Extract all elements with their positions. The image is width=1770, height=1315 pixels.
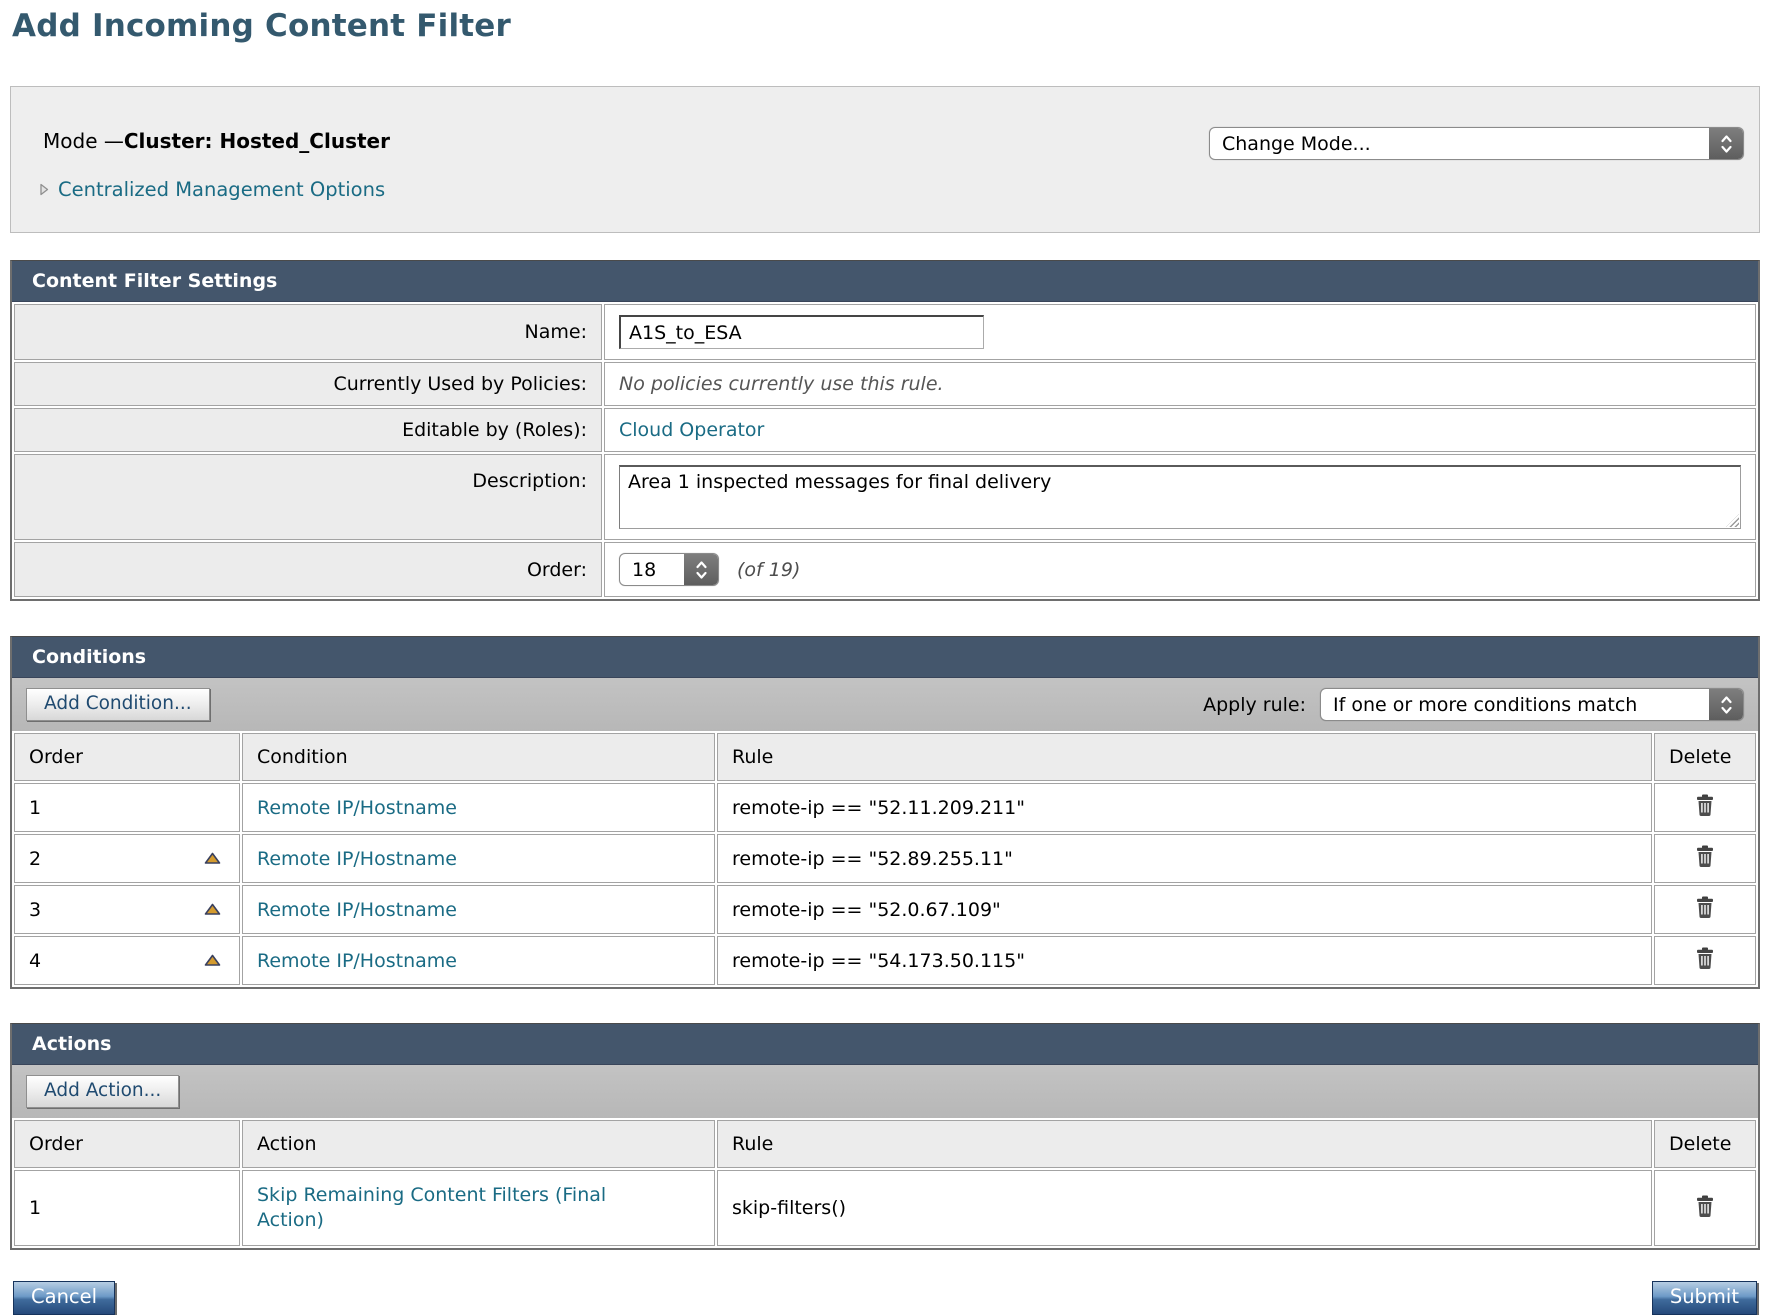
- actions-table: Order Action Rule Delete 1 Skip Remainin…: [12, 1118, 1758, 1248]
- apply-rule-select[interactable]: If one or more conditions match: [1320, 688, 1744, 721]
- apply-rule-label: Apply rule:: [1203, 694, 1306, 716]
- conditions-panel: Conditions Add Condition... Apply rule: …: [10, 636, 1760, 989]
- col-header-rule: Rule: [717, 1120, 1652, 1168]
- select-stepper-icon: [684, 554, 718, 585]
- conditions-toolbar: Add Condition... Apply rule: If one or m…: [12, 678, 1758, 731]
- table-row: Order: 18 (of 19): [14, 542, 1756, 597]
- submit-button[interactable]: Submit: [1652, 1281, 1757, 1315]
- table-row: 4 Remote IP/Hostname remote-ip == "54.17…: [14, 936, 1756, 985]
- move-up-icon[interactable]: [204, 903, 221, 916]
- col-header-delete: Delete: [1654, 733, 1756, 781]
- description-label: Description:: [14, 454, 602, 540]
- settings-panel-title: Content Filter Settings: [12, 261, 1758, 302]
- condition-order: 1: [29, 797, 41, 819]
- condition-rule: remote-ip == "52.0.67.109": [717, 885, 1652, 934]
- delete-button[interactable]: [1695, 947, 1715, 969]
- delete-button[interactable]: [1695, 845, 1715, 867]
- mode-panel: Mode —Cluster: Hosted_Cluster Change Mod…: [10, 86, 1760, 233]
- content-filter-settings-panel: Content Filter Settings Name: Currently …: [10, 260, 1760, 601]
- conditions-table: Order Condition Rule Delete 1 Remote IP/…: [12, 731, 1758, 987]
- condition-link[interactable]: Remote IP/Hostname: [257, 950, 457, 972]
- col-header-order: Order: [14, 733, 240, 781]
- centralized-management-options-toggle[interactable]: Centralized Management Options: [39, 178, 385, 201]
- expand-triangle-icon: [39, 183, 49, 196]
- trash-icon: [1695, 896, 1715, 918]
- name-label: Name:: [14, 304, 602, 360]
- col-header-rule: Rule: [717, 733, 1652, 781]
- editable-roles-label: Editable by (Roles):: [14, 408, 602, 452]
- col-header-order: Order: [14, 1120, 240, 1168]
- apply-rule-select-value: If one or more conditions match: [1321, 689, 1709, 720]
- mode-label: Mode —: [43, 129, 124, 153]
- trash-icon: [1695, 947, 1715, 969]
- condition-rule: remote-ip == "52.11.209.211": [717, 783, 1652, 832]
- add-action-button[interactable]: Add Action...: [26, 1075, 179, 1108]
- condition-link[interactable]: Remote IP/Hostname: [257, 848, 457, 870]
- trash-icon: [1695, 794, 1715, 816]
- table-header-row: Order Action Rule Delete: [14, 1120, 1756, 1168]
- condition-order: 4: [29, 950, 41, 972]
- move-up-icon[interactable]: [204, 852, 221, 865]
- select-stepper-icon: [1709, 128, 1743, 159]
- action-order: 1: [29, 1197, 41, 1219]
- table-row: Currently Used by Policies: No policies …: [14, 362, 1756, 406]
- action-rule: skip-filters(): [717, 1170, 1652, 1246]
- centralized-management-options-link: Centralized Management Options: [58, 178, 385, 201]
- table-row: Description: Area 1 inspected messages f…: [14, 454, 1756, 540]
- footer-actions: Cancel Submit: [10, 1281, 1760, 1315]
- action-link[interactable]: Skip Remaining Content Filters (Final Ac…: [257, 1183, 647, 1233]
- table-row: 1 Skip Remaining Content Filters (Final …: [14, 1170, 1756, 1246]
- order-select[interactable]: 18: [619, 553, 719, 586]
- table-row: 2 Remote IP/Hostname remote-ip == "52.89…: [14, 834, 1756, 883]
- delete-button[interactable]: [1695, 896, 1715, 918]
- table-row: 1 Remote IP/Hostname remote-ip == "52.11…: [14, 783, 1756, 832]
- condition-order: 2: [29, 848, 41, 870]
- delete-button[interactable]: [1695, 1195, 1715, 1217]
- policies-value: No policies currently use this rule.: [604, 362, 1756, 406]
- change-mode-select-value: Change Mode...: [1210, 128, 1709, 159]
- delete-button[interactable]: [1695, 794, 1715, 816]
- table-row: Editable by (Roles): Cloud Operator: [14, 408, 1756, 452]
- condition-rule: remote-ip == "54.173.50.115": [717, 936, 1652, 985]
- add-condition-button[interactable]: Add Condition...: [26, 688, 210, 721]
- col-header-action: Action: [242, 1120, 715, 1168]
- select-stepper-icon: [1709, 689, 1743, 720]
- move-up-icon[interactable]: [204, 954, 221, 967]
- settings-table: Name: Currently Used by Policies: No pol…: [12, 302, 1758, 599]
- editable-roles-link[interactable]: Cloud Operator: [619, 419, 764, 441]
- description-textarea[interactable]: Area 1 inspected messages for final deli…: [619, 465, 1741, 529]
- order-of-note: (of 19): [737, 559, 800, 581]
- table-row: 3 Remote IP/Hostname remote-ip == "52.0.…: [14, 885, 1756, 934]
- policies-label: Currently Used by Policies:: [14, 362, 602, 406]
- col-header-delete: Delete: [1654, 1120, 1756, 1168]
- actions-toolbar: Add Action...: [12, 1065, 1758, 1118]
- trash-icon: [1695, 1195, 1715, 1217]
- condition-order: 3: [29, 899, 41, 921]
- change-mode-select[interactable]: Change Mode...: [1209, 127, 1744, 160]
- col-header-condition: Condition: [242, 733, 715, 781]
- table-row: Name:: [14, 304, 1756, 360]
- mode-value: Cluster: Hosted_Cluster: [124, 129, 390, 153]
- actions-panel-title: Actions: [12, 1024, 1758, 1065]
- conditions-panel-title: Conditions: [12, 637, 1758, 678]
- condition-link[interactable]: Remote IP/Hostname: [257, 797, 457, 819]
- order-select-value: 18: [620, 554, 684, 585]
- page-title: Add Incoming Content Filter: [12, 8, 1760, 44]
- cancel-button[interactable]: Cancel: [13, 1281, 115, 1315]
- order-label: Order:: [14, 542, 602, 597]
- actions-panel: Actions Add Action... Order Action Rule …: [10, 1023, 1760, 1250]
- table-header-row: Order Condition Rule Delete: [14, 733, 1756, 781]
- condition-rule: remote-ip == "52.89.255.11": [717, 834, 1652, 883]
- condition-link[interactable]: Remote IP/Hostname: [257, 899, 457, 921]
- filter-name-input[interactable]: [619, 315, 984, 349]
- trash-icon: [1695, 845, 1715, 867]
